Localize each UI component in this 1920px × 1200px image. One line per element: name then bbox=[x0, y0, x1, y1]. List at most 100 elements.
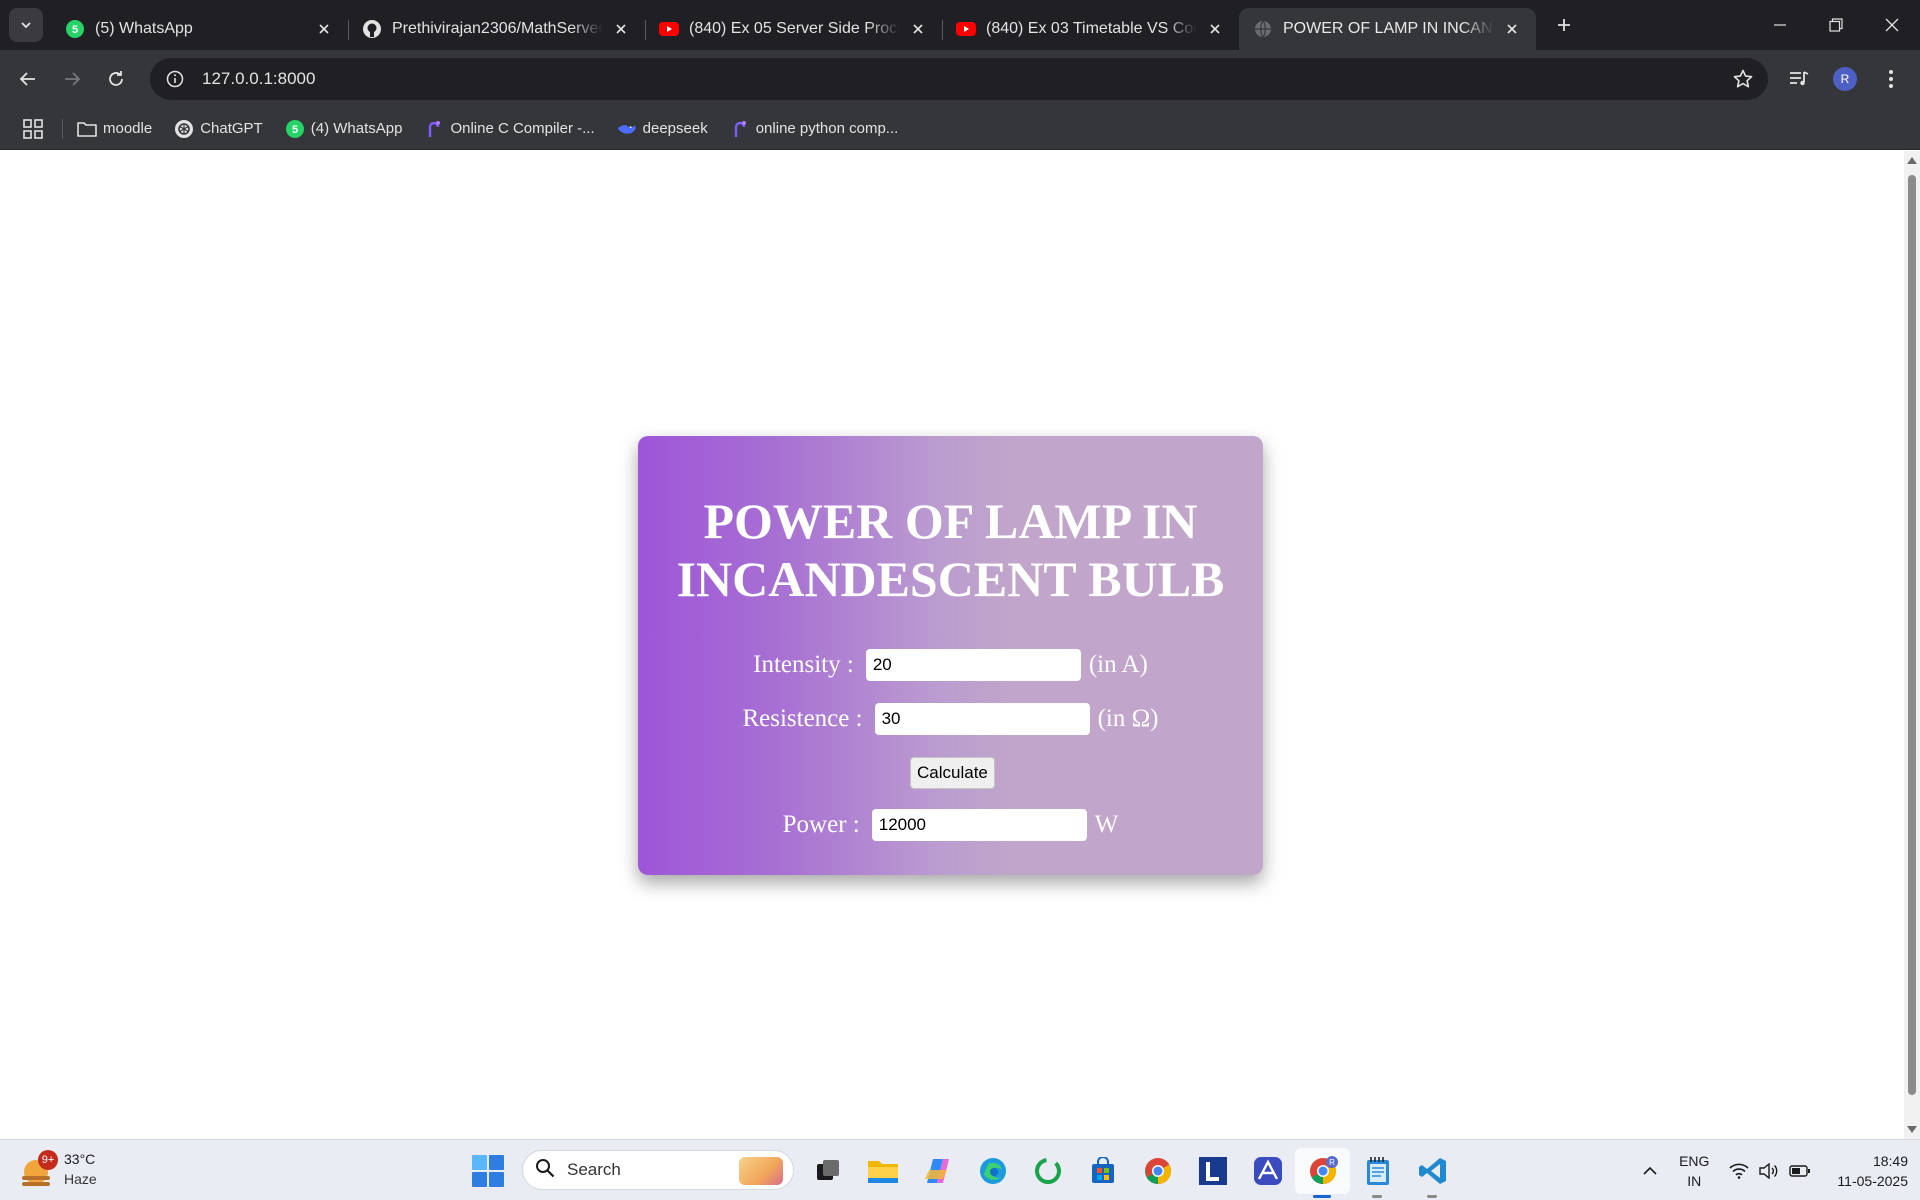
taskbar-search-box[interactable]: Search bbox=[522, 1150, 794, 1190]
whatsapp-icon: 5 bbox=[285, 119, 305, 139]
taskbar-app-loop[interactable] bbox=[1020, 1148, 1075, 1194]
media-queue-icon bbox=[1790, 71, 1809, 86]
resistance-row: Resistence : (in Ω) bbox=[638, 703, 1263, 735]
power-output[interactable] bbox=[871, 809, 1087, 841]
quick-settings[interactable] bbox=[1729, 1162, 1811, 1179]
weather-haze-icon: 9+ bbox=[20, 1150, 58, 1186]
active-app-indicator bbox=[1313, 1195, 1331, 1198]
arrow-left-icon bbox=[19, 72, 35, 86]
folder-icon bbox=[867, 1161, 898, 1183]
calculator-card: POWER OF LAMP IN INCANDESCENT BULB Inten… bbox=[638, 436, 1263, 875]
weather-temperature: 33°C bbox=[64, 1151, 96, 1167]
clock[interactable]: 18:49 11-05-2025 bbox=[1837, 1151, 1908, 1191]
apps-button[interactable] bbox=[20, 116, 46, 142]
youtube-icon bbox=[956, 19, 976, 39]
tab-title: Prethivirajan2306/MathServer bbox=[392, 20, 603, 37]
taskbar-app-chrome[interactable] bbox=[1130, 1148, 1185, 1194]
language-region: IN bbox=[1687, 1172, 1702, 1189]
taskbar-app-vscode[interactable] bbox=[1405, 1148, 1460, 1198]
close-icon[interactable] bbox=[908, 19, 928, 39]
svg-text:5: 5 bbox=[292, 124, 298, 136]
restore-icon bbox=[1829, 18, 1843, 32]
scrollbar-thumb[interactable] bbox=[1908, 175, 1916, 1095]
power-unit: W bbox=[1094, 811, 1119, 838]
bookmark-chatgpt[interactable]: ChatGPT bbox=[174, 119, 263, 139]
taskbar-app-chrome-profile[interactable]: R bbox=[1295, 1148, 1350, 1198]
intensity-input[interactable] bbox=[865, 649, 1081, 681]
taskbar-app-store[interactable] bbox=[1075, 1148, 1130, 1194]
reload-icon bbox=[109, 71, 123, 86]
back-button[interactable] bbox=[6, 57, 50, 101]
windows-taskbar: 9+ 33°C Haze Search R ENG IN 18:49 11-05… bbox=[0, 1139, 1920, 1200]
profile-button[interactable]: R bbox=[1822, 56, 1868, 102]
bookmark-moodle[interactable]: moodle bbox=[77, 119, 152, 139]
taskbar-app-file-explorer[interactable] bbox=[855, 1148, 910, 1194]
calculate-button[interactable]: Calculate bbox=[910, 757, 995, 789]
weather-widget[interactable]: 9+ 33°C Haze bbox=[20, 1149, 97, 1189]
scroll-down-arrow-icon[interactable] bbox=[1907, 1126, 1917, 1133]
chrome-icon: R bbox=[1309, 1156, 1338, 1185]
minimize-icon bbox=[1774, 24, 1786, 26]
window-controls bbox=[1752, 0, 1920, 50]
close-icon[interactable] bbox=[314, 19, 334, 39]
deepseek-icon bbox=[617, 119, 637, 139]
address-bar[interactable]: 127.0.0.1:8000 bbox=[150, 58, 1768, 100]
bookmark-label: ChatGPT bbox=[200, 120, 263, 137]
taskbar-search-placeholder: Search bbox=[567, 1160, 621, 1179]
close-icon[interactable] bbox=[1502, 19, 1522, 39]
tab-github[interactable]: Prethivirajan2306/MathServer bbox=[348, 8, 645, 50]
kebab-menu-icon bbox=[1889, 70, 1893, 88]
tab-whatsapp[interactable]: 5 (5) WhatsApp bbox=[51, 8, 348, 50]
bookmark-label: online python comp... bbox=[755, 120, 899, 137]
forward-button[interactable] bbox=[50, 57, 94, 101]
resistance-input[interactable] bbox=[874, 703, 1090, 735]
menu-button[interactable] bbox=[1868, 56, 1914, 102]
close-icon[interactable] bbox=[1205, 19, 1225, 39]
plus-icon bbox=[1558, 19, 1570, 31]
svg-text:R: R bbox=[1329, 1158, 1335, 1167]
language-indicator[interactable]: ENG IN bbox=[1679, 1151, 1709, 1191]
copilot-icon bbox=[924, 1159, 949, 1183]
arrow-right-icon bbox=[65, 72, 81, 86]
battery-icon bbox=[1789, 1164, 1811, 1177]
bookmark-whatsapp[interactable]: 5 (4) WhatsApp bbox=[285, 119, 402, 139]
site-info-icon[interactable] bbox=[154, 58, 196, 100]
taskbar-app-l[interactable] bbox=[1185, 1148, 1240, 1194]
bookmark-online-python-compiler[interactable]: online python comp... bbox=[730, 119, 899, 139]
taskbar-app-copilot[interactable] bbox=[910, 1148, 965, 1194]
bookmark-online-c-compiler[interactable]: Online C Compiler -... bbox=[424, 119, 595, 139]
intensity-row: Intensity : (in A) bbox=[638, 649, 1263, 681]
bookmark-star-icon[interactable] bbox=[1732, 68, 1754, 95]
tab-youtube-ex05[interactable]: (840) Ex 05 Server Side Processing bbox=[645, 8, 942, 50]
tab-search-button[interactable] bbox=[9, 8, 43, 42]
vertical-scrollbar[interactable] bbox=[1904, 151, 1920, 1139]
restore-button[interactable] bbox=[1808, 0, 1864, 50]
taskbar-app-affinity[interactable] bbox=[1240, 1148, 1295, 1194]
show-hidden-icons-button[interactable] bbox=[1635, 1166, 1665, 1176]
close-window-button[interactable] bbox=[1864, 0, 1920, 50]
notification-badge: 9+ bbox=[38, 1150, 58, 1170]
start-button[interactable] bbox=[472, 1155, 504, 1187]
taskbar-app-edge[interactable] bbox=[965, 1148, 1020, 1194]
svg-text:5: 5 bbox=[72, 24, 78, 36]
intensity-label: Intensity : bbox=[753, 651, 854, 678]
taskbar-app-notepad[interactable] bbox=[1350, 1148, 1405, 1198]
scroll-up-arrow-icon[interactable] bbox=[1907, 157, 1917, 164]
tab-youtube-ex03[interactable]: (840) Ex 03 Timetable VS Code | bbox=[942, 8, 1239, 50]
vscode-icon bbox=[1418, 1158, 1446, 1184]
tab-power-of-lamp[interactable]: POWER OF LAMP IN INCANDESCENT BULB bbox=[1239, 8, 1536, 50]
taskbar-app-task-view[interactable] bbox=[800, 1148, 855, 1194]
task-view-icon bbox=[816, 1160, 839, 1180]
toolbar-actions: R bbox=[1776, 50, 1920, 108]
wifi-icon bbox=[1729, 1163, 1749, 1179]
close-icon[interactable] bbox=[611, 19, 631, 39]
minimize-button[interactable] bbox=[1752, 0, 1808, 50]
reload-button[interactable] bbox=[94, 57, 138, 101]
media-controls-button[interactable] bbox=[1776, 56, 1822, 102]
folder-icon bbox=[77, 119, 97, 139]
volume-icon bbox=[1759, 1162, 1778, 1179]
new-tab-button[interactable] bbox=[1546, 7, 1582, 43]
apps-grid-icon bbox=[23, 118, 43, 139]
bookmark-deepseek[interactable]: deepseek bbox=[617, 119, 708, 139]
running-app-indicator bbox=[1427, 1195, 1437, 1198]
